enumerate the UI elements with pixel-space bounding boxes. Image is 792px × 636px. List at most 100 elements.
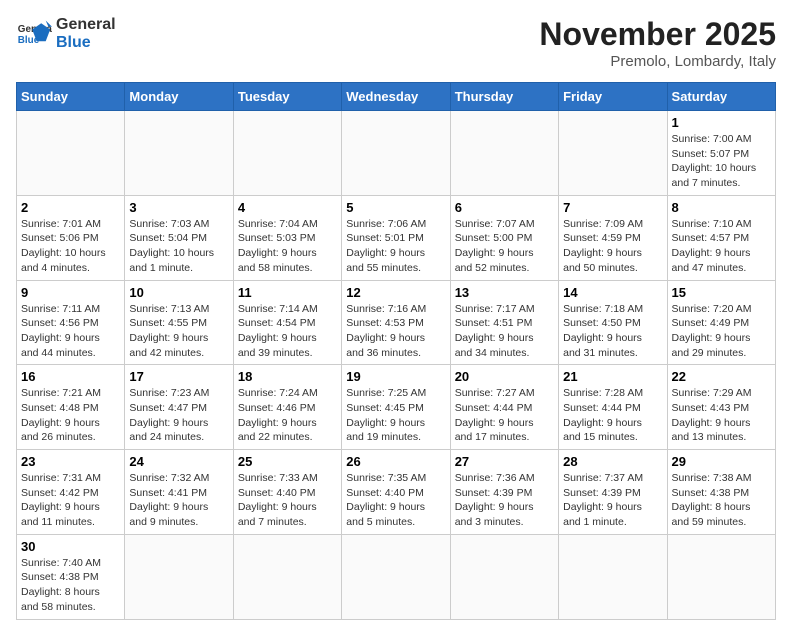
calendar-day: 8 Sunrise: 7:10 AM Sunset: 4:57 PM Daylig… [667,195,775,280]
day-info: Sunrise: 7:27 AM Sunset: 4:44 PM Dayligh… [455,386,554,445]
calendar-day: 16 Sunrise: 7:21 AM Sunset: 4:48 PM Dayli… [17,365,125,450]
day-number: 2 [21,200,120,215]
weekday-header-friday: Friday [559,83,667,111]
calendar: SundayMondayTuesdayWednesdayThursdayFrid… [16,82,776,620]
calendar-week-4: 16 Sunrise: 7:21 AM Sunset: 4:48 PM Dayli… [17,365,776,450]
day-info: Sunrise: 7:28 AM Sunset: 4:44 PM Dayligh… [563,386,662,445]
calendar-day: 29 Sunrise: 7:38 AM Sunset: 4:38 PM Dayli… [667,450,775,535]
calendar-week-2: 2 Sunrise: 7:01 AM Sunset: 5:06 PM Daylig… [17,195,776,280]
calendar-day: 7 Sunrise: 7:09 AM Sunset: 4:59 PM Daylig… [559,195,667,280]
day-info: Sunrise: 7:09 AM Sunset: 4:59 PM Dayligh… [563,217,662,276]
logo-general: General [56,16,116,34]
calendar-week-6: 30 Sunrise: 7:40 AM Sunset: 4:38 PM Dayli… [17,534,776,619]
day-info: Sunrise: 7:24 AM Sunset: 4:46 PM Dayligh… [238,386,337,445]
calendar-day: 10 Sunrise: 7:13 AM Sunset: 4:55 PM Dayli… [125,280,233,365]
calendar-day: 18 Sunrise: 7:24 AM Sunset: 4:46 PM Dayli… [233,365,341,450]
weekday-header-wednesday: Wednesday [342,83,450,111]
calendar-day: 13 Sunrise: 7:17 AM Sunset: 4:51 PM Dayli… [450,280,558,365]
calendar-day [342,534,450,619]
calendar-day [125,534,233,619]
calendar-day: 19Sunrise: 7:25 AM Sunset: 4:45 PM Dayli… [342,365,450,450]
day-info: Sunrise: 7:17 AM Sunset: 4:51 PM Dayligh… [455,302,554,361]
calendar-week-3: 9Sunrise: 7:11 AM Sunset: 4:56 PM Daylig… [17,280,776,365]
day-number: 22 [672,369,771,384]
day-info: Sunrise: 7:03 AM Sunset: 5:04 PM Dayligh… [129,217,228,276]
logo-icon: General Blue [16,16,52,52]
weekday-header-monday: Monday [125,83,233,111]
calendar-day: 12 Sunrise: 7:16 AM Sunset: 4:53 PM Dayli… [342,280,450,365]
calendar-day: 25Sunrise: 7:33 AM Sunset: 4:40 PM Dayli… [233,450,341,535]
day-info: Sunrise: 7:07 AM Sunset: 5:00 PM Dayligh… [455,217,554,276]
calendar-day [17,111,125,196]
month-title: November 2025 [539,16,776,53]
calendar-day: 30 Sunrise: 7:40 AM Sunset: 4:38 PM Dayli… [17,534,125,619]
day-info: Sunrise: 7:33 AM Sunset: 4:40 PM Dayligh… [238,471,337,530]
calendar-day: 4Sunrise: 7:04 AM Sunset: 5:03 PM Daylig… [233,195,341,280]
weekday-header-saturday: Saturday [667,83,775,111]
logo-blue: Blue [56,34,116,52]
day-number: 16 [21,369,120,384]
calendar-day [125,111,233,196]
day-info: Sunrise: 7:20 AM Sunset: 4:49 PM Dayligh… [672,302,771,361]
day-number: 18 [238,369,337,384]
day-info: Sunrise: 7:11 AM Sunset: 4:56 PM Dayligh… [21,302,120,361]
day-info: Sunrise: 7:14 AM Sunset: 4:54 PM Dayligh… [238,302,337,361]
day-info: Sunrise: 7:16 AM Sunset: 4:53 PM Dayligh… [346,302,445,361]
day-number: 11 [238,285,337,300]
day-info: Sunrise: 7:18 AM Sunset: 4:50 PM Dayligh… [563,302,662,361]
calendar-day [667,534,775,619]
day-number: 30 [21,539,120,554]
day-number: 17 [129,369,228,384]
day-number: 8 [672,200,771,215]
day-info: Sunrise: 7:23 AM Sunset: 4:47 PM Dayligh… [129,386,228,445]
weekday-header-tuesday: Tuesday [233,83,341,111]
day-number: 29 [672,454,771,469]
calendar-day: 28Sunrise: 7:37 AM Sunset: 4:39 PM Dayli… [559,450,667,535]
calendar-day: 20 Sunrise: 7:27 AM Sunset: 4:44 PM Dayli… [450,365,558,450]
calendar-day: 22 Sunrise: 7:29 AM Sunset: 4:43 PM Dayli… [667,365,775,450]
weekday-header-sunday: Sunday [17,83,125,111]
day-info: Sunrise: 7:21 AM Sunset: 4:48 PM Dayligh… [21,386,120,445]
day-number: 20 [455,369,554,384]
calendar-day: 5 Sunrise: 7:06 AM Sunset: 5:01 PM Daylig… [342,195,450,280]
day-number: 5 [346,200,445,215]
day-info: Sunrise: 7:38 AM Sunset: 4:38 PM Dayligh… [672,471,771,530]
calendar-day: 23Sunrise: 7:31 AM Sunset: 4:42 PM Dayli… [17,450,125,535]
calendar-day: 27 Sunrise: 7:36 AM Sunset: 4:39 PM Dayli… [450,450,558,535]
weekday-header-row: SundayMondayTuesdayWednesdayThursdayFrid… [17,83,776,111]
calendar-day: 9Sunrise: 7:11 AM Sunset: 4:56 PM Daylig… [17,280,125,365]
calendar-day: 26Sunrise: 7:35 AM Sunset: 4:40 PM Dayli… [342,450,450,535]
day-info: Sunrise: 7:29 AM Sunset: 4:43 PM Dayligh… [672,386,771,445]
calendar-day [559,534,667,619]
calendar-day: 14 Sunrise: 7:18 AM Sunset: 4:50 PM Dayli… [559,280,667,365]
calendar-day: 15 Sunrise: 7:20 AM Sunset: 4:49 PM Dayli… [667,280,775,365]
calendar-day: 1 Sunrise: 7:00 AM Sunset: 5:07 PM Daylig… [667,111,775,196]
calendar-week-5: 23Sunrise: 7:31 AM Sunset: 4:42 PM Dayli… [17,450,776,535]
day-info: Sunrise: 7:06 AM Sunset: 5:01 PM Dayligh… [346,217,445,276]
day-number: 28 [563,454,662,469]
weekday-header-thursday: Thursday [450,83,558,111]
day-number: 1 [672,115,771,130]
day-number: 13 [455,285,554,300]
day-number: 12 [346,285,445,300]
day-number: 10 [129,285,228,300]
day-info: Sunrise: 7:01 AM Sunset: 5:06 PM Dayligh… [21,217,120,276]
day-number: 7 [563,200,662,215]
day-info: Sunrise: 7:36 AM Sunset: 4:39 PM Dayligh… [455,471,554,530]
day-info: Sunrise: 7:00 AM Sunset: 5:07 PM Dayligh… [672,132,771,191]
calendar-day [233,534,341,619]
calendar-day: 17 Sunrise: 7:23 AM Sunset: 4:47 PM Dayli… [125,365,233,450]
day-info: Sunrise: 7:35 AM Sunset: 4:40 PM Dayligh… [346,471,445,530]
title-block: November 2025 Premolo, Lombardy, Italy [539,16,776,70]
day-number: 27 [455,454,554,469]
calendar-day [342,111,450,196]
day-info: Sunrise: 7:40 AM Sunset: 4:38 PM Dayligh… [21,556,120,615]
day-number: 19 [346,369,445,384]
day-info: Sunrise: 7:13 AM Sunset: 4:55 PM Dayligh… [129,302,228,361]
calendar-day [233,111,341,196]
calendar-day [450,111,558,196]
day-info: Sunrise: 7:10 AM Sunset: 4:57 PM Dayligh… [672,217,771,276]
day-number: 14 [563,285,662,300]
location: Premolo, Lombardy, Italy [539,53,776,70]
day-number: 15 [672,285,771,300]
